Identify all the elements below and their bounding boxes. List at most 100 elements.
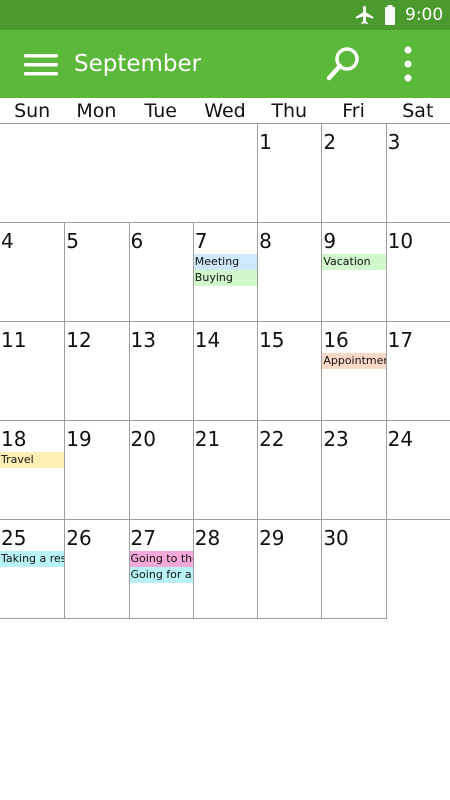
day-number: 2 — [323, 130, 337, 154]
week-row: 18 Travel 19 20 21 22 23 24 — [0, 421, 450, 520]
day-number: 26 — [66, 526, 92, 550]
day-number: 10 — [387, 229, 414, 253]
day-cell-1[interactable]: 1 — [257, 124, 322, 223]
day-number: 20 — [130, 427, 156, 451]
event-chip[interactable]: Going for a — [129, 567, 193, 583]
day-cell-12[interactable]: 12 — [64, 322, 129, 421]
day-number: 6 — [130, 229, 144, 253]
day-number: 29 — [259, 526, 285, 550]
event-list: Going to the Going for a — [129, 551, 193, 583]
week-row: 1 2 3 — [0, 124, 450, 223]
day-number: 21 — [194, 427, 221, 451]
day-number: 23 — [323, 427, 349, 451]
day-number: 17 — [387, 328, 414, 352]
day-cell-22[interactable]: 22 — [257, 421, 322, 520]
day-number: 18 — [1, 427, 27, 451]
battery-icon — [385, 5, 395, 25]
week-row: 25 Taking a rest 26 27 Going to the Going for… — [0, 520, 450, 619]
day-number: 13 — [130, 328, 156, 352]
day-number: 16 — [323, 328, 349, 352]
day-cell-9[interactable]: 9 Vacation — [321, 223, 386, 322]
event-list: Taking a rest — [0, 551, 65, 567]
airplane-icon — [355, 5, 374, 25]
day-cell-23[interactable]: 23 — [321, 421, 386, 520]
empty-day-cell — [64, 124, 129, 223]
day-cell-26[interactable]: 26 — [64, 520, 129, 619]
week-row: 11 12 13 14 15 16 Appointmen 17 — [0, 322, 450, 421]
empty-day-cell — [385, 520, 450, 619]
day-cell-6[interactable]: 6 — [128, 223, 193, 322]
day-number: 11 — [1, 328, 27, 352]
day-number: 7 — [194, 229, 208, 253]
day-number: 4 — [1, 229, 14, 253]
weekday-fri: Fri — [342, 100, 365, 122]
event-chip[interactable]: Appointmen — [322, 353, 386, 369]
day-cell-10[interactable]: 10 — [385, 223, 450, 322]
calendar-grid: 1 2 3 4 5 6 7 Meeting Buying 8 9 Vacation 10 11 12 13 14… — [0, 124, 450, 619]
day-number: 3 — [387, 130, 401, 154]
day-number: 27 — [130, 526, 156, 550]
day-cell-20[interactable]: 20 — [128, 421, 193, 520]
day-cell-13[interactable]: 13 — [128, 322, 193, 421]
day-number: 28 — [194, 526, 221, 550]
day-cell-30[interactable]: 30 — [321, 520, 386, 619]
day-cell-14[interactable]: 14 — [192, 322, 258, 421]
day-cell-5[interactable]: 5 — [64, 223, 129, 322]
status-bar: 9:00 — [0, 0, 450, 30]
day-number: 5 — [66, 229, 79, 253]
status-time: 9:00 — [405, 5, 444, 25]
weekday-sat: Sat — [402, 100, 434, 122]
event-chip[interactable]: Travel — [0, 452, 65, 468]
day-cell-8[interactable]: 8 — [257, 223, 322, 322]
day-cell-3[interactable]: 3 — [385, 124, 450, 223]
day-cell-27[interactable]: 27 Going to the Going for a — [128, 520, 193, 619]
more-vert-icon[interactable] — [394, 44, 422, 84]
weekday-header: Sun Mon Tue Wed Thu Fri Sat — [0, 98, 450, 124]
day-cell-29[interactable]: 29 — [257, 520, 322, 619]
search-icon[interactable] — [324, 44, 364, 84]
day-number: 1 — [259, 130, 272, 154]
weekday-mon: Mon — [76, 100, 117, 122]
day-number: 30 — [323, 526, 349, 550]
event-chip[interactable]: Buying — [193, 270, 258, 286]
day-cell-4[interactable]: 4 — [0, 223, 65, 322]
day-number: 9 — [323, 229, 337, 253]
day-number: 22 — [259, 427, 285, 451]
day-cell-2[interactable]: 2 — [321, 124, 386, 223]
day-cell-7[interactable]: 7 Meeting Buying — [192, 223, 258, 322]
event-list: Appointmen — [322, 353, 386, 369]
day-number: 12 — [66, 328, 92, 352]
menu-icon[interactable] — [22, 50, 60, 80]
day-cell-11[interactable]: 11 — [0, 322, 65, 421]
day-cell-18[interactable]: 18 Travel — [0, 421, 65, 520]
empty-day-cell — [192, 124, 258, 223]
event-chip[interactable]: Going to the — [129, 551, 193, 567]
weekday-tue: Tue — [144, 100, 177, 122]
week-row: 4 5 6 7 Meeting Buying 8 9 Vacation 10 — [0, 223, 450, 322]
weekday-thu: Thu — [271, 100, 308, 122]
day-number: 8 — [259, 229, 272, 253]
empty-day-cell — [0, 124, 65, 223]
day-number: 15 — [259, 328, 285, 352]
empty-day-cell — [128, 124, 193, 223]
day-number: 25 — [1, 526, 27, 550]
day-cell-17[interactable]: 17 — [385, 322, 450, 421]
event-chip[interactable]: Taking a rest — [0, 551, 65, 567]
event-chip[interactable]: Meeting — [193, 254, 258, 270]
day-cell-15[interactable]: 15 — [257, 322, 322, 421]
day-cell-24[interactable]: 24 — [385, 421, 450, 520]
day-cell-28[interactable]: 28 — [192, 520, 258, 619]
weekday-sun: Sun — [14, 100, 51, 122]
event-list: Vacation — [322, 254, 386, 270]
app-bar: September — [0, 30, 450, 98]
day-cell-16[interactable]: 16 Appointmen — [321, 322, 386, 421]
day-number: 24 — [387, 427, 414, 451]
event-list: Meeting Buying — [193, 254, 258, 286]
weekday-wed: Wed — [204, 100, 246, 122]
day-cell-21[interactable]: 21 — [192, 421, 258, 520]
event-list: Travel — [0, 452, 65, 468]
month-title: September — [74, 51, 202, 77]
event-chip[interactable]: Vacation — [322, 254, 386, 270]
day-cell-25[interactable]: 25 Taking a rest — [0, 520, 65, 619]
day-cell-19[interactable]: 19 — [64, 421, 129, 520]
